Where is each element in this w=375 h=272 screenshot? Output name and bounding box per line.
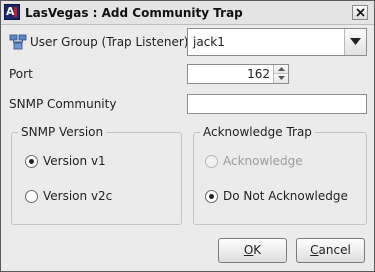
community-label: SNMP Community xyxy=(9,97,117,111)
port-spinner[interactable]: 162 xyxy=(187,64,289,84)
user-group-dropdown-button[interactable] xyxy=(344,29,366,55)
version-v1-radio[interactable] xyxy=(25,155,38,168)
radio-selected-dot xyxy=(29,159,34,164)
do-not-acknowledge-radio[interactable] xyxy=(205,190,218,203)
chevron-down-icon xyxy=(350,38,361,45)
port-value[interactable]: 162 xyxy=(247,67,270,81)
cancel-mnemonic: C xyxy=(310,243,319,257)
window-title: LasVegas : Add Community Trap xyxy=(25,6,243,20)
community-input[interactable] xyxy=(187,94,367,114)
ok-button[interactable]: OK xyxy=(218,238,287,263)
app-logo-bar xyxy=(14,7,17,17)
snmp-version-group: SNMP Version Version v1 Version v2c xyxy=(11,125,182,225)
user-group-select[interactable]: jack1 xyxy=(187,28,367,56)
do-not-acknowledge-label: Do Not Acknowledge xyxy=(223,189,348,203)
app-logo-icon: A xyxy=(4,4,20,20)
snmp-version-title: SNMP Version xyxy=(18,125,107,139)
ok-mnemonic: O xyxy=(243,243,254,257)
dialog-window: A LasVegas : Add Community Trap User Gro… xyxy=(0,0,375,272)
acknowledge-trap-group: Acknowledge Trap Acknowledge Do Not Ackn… xyxy=(193,125,367,225)
cancel-button[interactable]: Cancel xyxy=(296,238,365,263)
version-v2c-radio[interactable] xyxy=(25,190,38,203)
acknowledge-label: Acknowledge xyxy=(223,154,303,168)
version-v1-label: Version v1 xyxy=(43,154,106,168)
close-button[interactable] xyxy=(352,5,368,20)
cancel-label-rest: ancel xyxy=(318,243,351,257)
port-decrement-button[interactable] xyxy=(273,74,288,83)
spin-up-icon xyxy=(278,67,285,71)
close-icon xyxy=(356,8,365,17)
user-group-icon xyxy=(9,34,27,50)
user-group-value: jack1 xyxy=(193,35,225,49)
port-label: Port xyxy=(9,67,33,81)
port-increment-button[interactable] xyxy=(273,65,288,74)
ok-label-rest: K xyxy=(253,243,262,257)
acknowledge-radio[interactable] xyxy=(205,155,218,168)
acknowledge-trap-title: Acknowledge Trap xyxy=(200,125,315,139)
user-group-label: User Group (Trap Listener) xyxy=(30,35,189,49)
radio-selected-dot xyxy=(209,194,214,199)
spin-down-icon xyxy=(278,76,285,80)
title-bar[interactable]: A LasVegas : Add Community Trap xyxy=(1,1,374,25)
version-v2c-label: Version v2c xyxy=(43,189,113,203)
